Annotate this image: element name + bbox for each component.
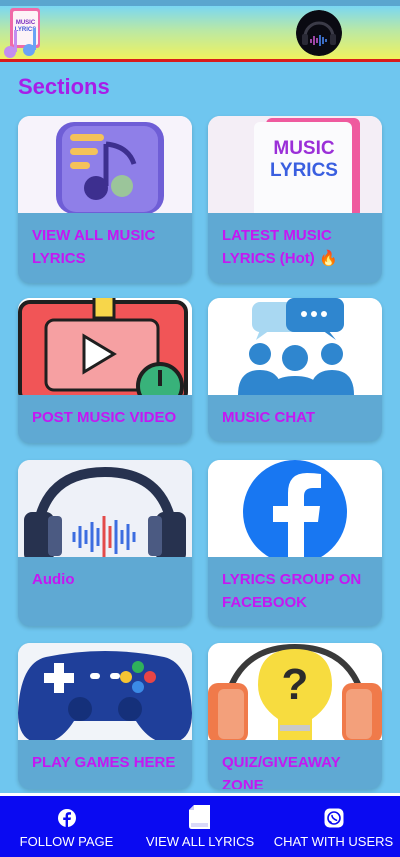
- card-audio[interactable]: Audio: [18, 460, 192, 626]
- gamepad-icon: [18, 643, 192, 740]
- group-chat-icon: [208, 298, 382, 395]
- card-label: LYRICS GROUP ON FACEBOOK: [222, 571, 362, 611]
- sections-grid: VIEW ALL MUSIC LYRICS MUSIC LYRICS LATES…: [0, 0, 400, 857]
- nav-view-all-lyrics[interactable]: VIEW ALL LYRICS: [133, 796, 267, 857]
- nav-label: VIEW ALL LYRICS: [145, 834, 255, 849]
- nav-follow-page[interactable]: FOLLOW PAGE: [0, 796, 133, 857]
- nav-chat-with-users[interactable]: CHAT WITH USERS: [267, 796, 400, 857]
- svg-text:MUSIC: MUSIC: [273, 138, 335, 159]
- book-icon: [188, 804, 212, 830]
- card-lyrics-group-facebook[interactable]: LYRICS GROUP ON FACEBOOK: [208, 460, 382, 626]
- svg-text:?: ?: [282, 660, 309, 709]
- video-play-icon: [18, 298, 192, 395]
- bottom-nav: FOLLOW PAGE VIEW ALL LYRICS CHAT WITH US…: [0, 793, 400, 857]
- nav-label: FOLLOW PAGE: [19, 834, 114, 849]
- card-latest-music-lyrics[interactable]: MUSIC LYRICS LATEST MUSIC LYRICS (Hot) 🔥: [208, 116, 382, 283]
- card-quiz-giveaway[interactable]: ? QUIZ/GIVEAWAY ZONE: [208, 643, 382, 789]
- card-label: VIEW ALL MUSIC LYRICS: [32, 227, 156, 267]
- card-music-chat[interactable]: MUSIC CHAT: [208, 298, 382, 441]
- facebook-icon: [208, 460, 382, 557]
- facebook-icon: [57, 808, 77, 828]
- card-view-all-music-lyrics[interactable]: VIEW ALL MUSIC LYRICS: [18, 116, 192, 283]
- card-label: QUIZ/GIVEAWAY ZONE: [222, 754, 341, 789]
- headphones-icon: [18, 460, 192, 557]
- card-label: LATEST MUSIC LYRICS (Hot) 🔥: [222, 227, 338, 267]
- music-lyrics-book-icon: MUSIC LYRICS: [208, 116, 382, 213]
- card-label: MUSIC CHAT: [222, 409, 316, 426]
- card-label: PLAY GAMES HERE: [32, 754, 176, 771]
- quiz-headphones-icon: ?: [208, 643, 382, 740]
- card-label: Audio: [32, 571, 75, 588]
- whatsapp-icon: [324, 808, 344, 828]
- card-post-music-video[interactable]: POST MUSIC VIDEO: [18, 298, 192, 443]
- svg-text:LYRICS: LYRICS: [270, 160, 338, 181]
- card-label: POST MUSIC VIDEO: [32, 409, 177, 426]
- nav-label: CHAT WITH USERS: [273, 834, 394, 849]
- music-list-icon: [18, 116, 192, 213]
- card-play-games[interactable]: PLAY GAMES HERE: [18, 643, 192, 789]
